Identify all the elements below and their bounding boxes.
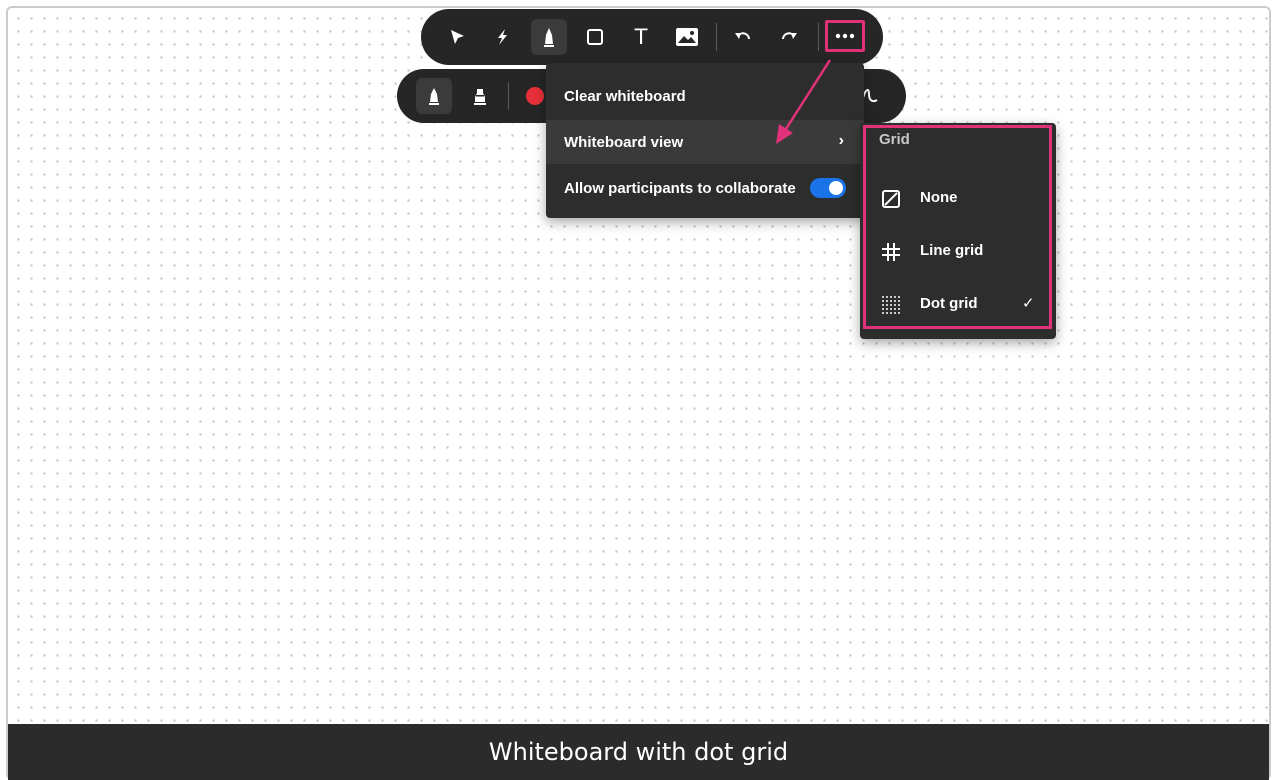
grid-option-line[interactable]: Line grid [860,230,1056,274]
undo-button[interactable] [725,19,761,55]
grid-submenu-header: Grid [879,131,910,148]
image-caption: Whiteboard with dot grid [8,724,1269,780]
color-swatch-button[interactable] [526,87,544,105]
more-options-menu: Clear whiteboard Whiteboard view › Allow… [546,63,864,218]
grid-option-label: Line grid [920,242,984,259]
laser-icon [494,29,507,45]
toggle-knob [829,181,843,195]
shape-tool-button[interactable] [577,19,613,55]
highlighter-option-button[interactable] [462,78,498,114]
image-tool-button[interactable] [669,19,705,55]
whiteboard-view-item[interactable]: Whiteboard view › [546,120,864,164]
dot-grid-icon [882,296,900,314]
text-tool-button[interactable]: T [623,19,659,55]
select-tool-button[interactable] [439,19,475,55]
grid-option-label: Dot grid [920,295,978,312]
no-grid-icon [882,190,900,208]
toolbar-divider [716,23,717,51]
menu-item-label: Whiteboard view [564,133,684,151]
grid-option-dot[interactable]: Dot grid ✓ [860,283,1056,327]
pen-icon [429,88,439,105]
main-toolbar: T [421,9,883,65]
square-icon [587,29,603,45]
redo-button[interactable] [771,19,807,55]
more-icon [835,33,855,39]
more-options-button[interactable] [825,20,865,52]
clear-whiteboard-item[interactable]: Clear whiteboard [546,74,864,118]
pen-icon [544,28,554,47]
collaborate-toggle[interactable] [810,178,846,198]
checkmark-icon: ✓ [1022,295,1035,312]
toolbar-divider [818,23,819,51]
pen-option-button[interactable] [416,78,452,114]
chevron-right-icon: › [838,132,844,149]
grid-option-none[interactable]: None [860,177,1056,221]
highlighter-icon [474,89,486,105]
grid-option-label: None [920,189,958,206]
allow-collaborate-item[interactable]: Allow participants to collaborate [546,166,864,210]
line-grid-icon [882,243,900,261]
toolbar-divider [508,82,509,110]
menu-item-label: Allow participants to collaborate [564,179,796,197]
redo-icon [782,32,797,40]
text-icon: T [634,25,648,49]
menu-item-label: Clear whiteboard [564,87,686,105]
laser-tool-button[interactable] [484,19,520,55]
grid-submenu: Grid None Line grid Dot grid ✓ [860,123,1056,339]
pen-tool-button[interactable] [531,19,567,55]
cursor-icon [451,30,464,44]
image-icon [676,28,698,46]
undo-icon [735,32,750,40]
